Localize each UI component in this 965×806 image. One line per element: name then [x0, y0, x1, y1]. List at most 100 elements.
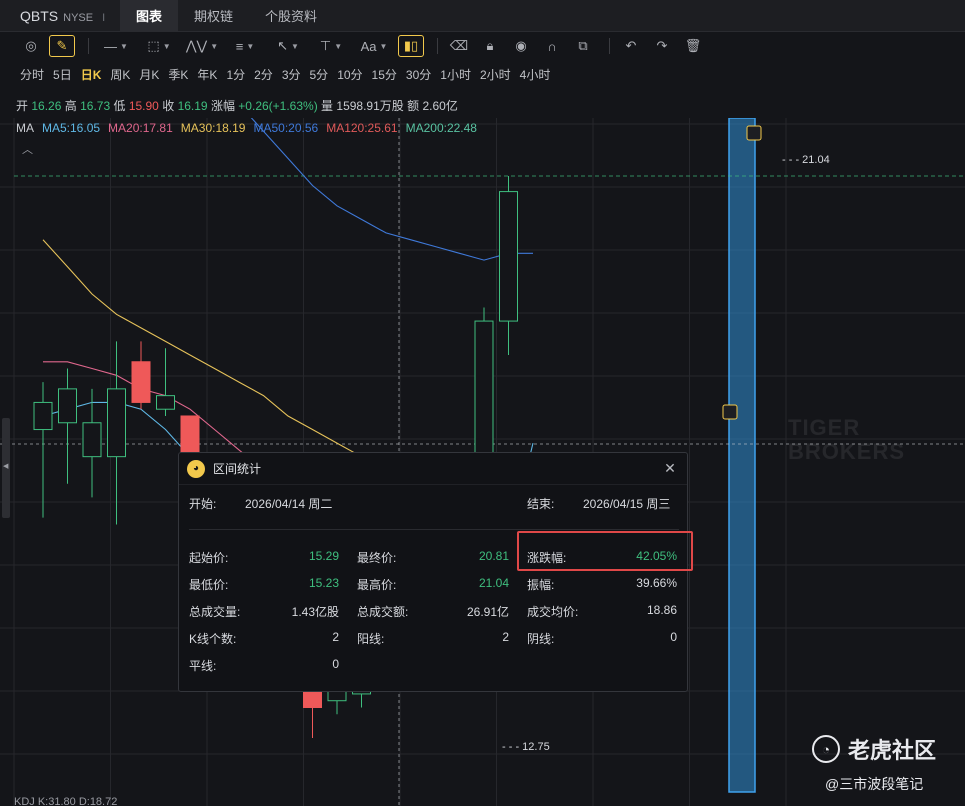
- drawing-toolbar: ◎ ✎ — ▼ ⬚ ▼ ⋀⋁ ▼ ≡ ▼ ↖ ▼ ⊤ ▼ Aa ▼ ▮▯ ⌫ 🔒︎ ◉ ∩ ⧉…: [0, 32, 965, 60]
- ma-legend-item: MA5:16.05: [42, 121, 101, 135]
- stat-value: 0: [670, 630, 677, 644]
- ma-legend-item: MA30:18.19: [180, 121, 246, 135]
- close-value: 16.19: [177, 99, 208, 113]
- rectangle-tool-icon[interactable]: ⬚ ▼: [140, 35, 178, 57]
- period-1h[interactable]: 1小时: [440, 66, 471, 86]
- chevron-left-icon: ◀: [3, 463, 9, 470]
- stat-label: 阴线:: [527, 632, 555, 646]
- stat-label: 振幅:: [527, 578, 555, 592]
- indicator-icon[interactable]: ◎: [18, 35, 44, 57]
- eraser-icon[interactable]: ⌫: [446, 35, 472, 57]
- stat-value: 2: [502, 630, 509, 644]
- candle-body: [107, 388, 126, 458]
- stat-label: K线个数:: [189, 632, 237, 646]
- eye-icon[interactable]: ◉: [508, 35, 534, 57]
- stat-value: 26.91亿: [466, 605, 509, 619]
- stat-label: 起始价:: [189, 551, 229, 565]
- change-value: +0.26(+1.63%): [238, 99, 318, 113]
- stat-value: 15.29: [308, 549, 339, 563]
- draw-pen-icon[interactable]: ✎: [49, 35, 75, 57]
- high-value: 16.73: [80, 99, 111, 113]
- period-5min[interactable]: 5分: [310, 66, 329, 86]
- high-price-label: 21.04: [802, 154, 830, 166]
- low-price-marker: - - - 12.75: [502, 741, 550, 753]
- period-monthly[interactable]: 月K: [139, 66, 159, 86]
- fib-tool-icon[interactable]: ≡ ▼: [226, 35, 264, 57]
- candle-body: [82, 422, 102, 458]
- period-weekly[interactable]: 周K: [110, 66, 130, 86]
- layers-icon[interactable]: ⧉: [570, 35, 596, 57]
- kdj-legend: KDJ K:31.80 D:18.72: [14, 796, 118, 806]
- line-tool-icon[interactable]: — ▼: [97, 35, 135, 57]
- sidebar-toggle[interactable]: ◀: [2, 418, 10, 518]
- panel-divider: [189, 529, 679, 530]
- arrow-tool-icon[interactable]: ↖ ▼: [269, 35, 307, 57]
- tiger-brokers-watermark: TIGER BROKERS: [788, 416, 905, 464]
- open-label: 开: [16, 99, 29, 113]
- period-30min[interactable]: 30分: [406, 66, 431, 86]
- volume-value: 1598.91万股: [336, 99, 404, 113]
- period-10min[interactable]: 10分: [337, 66, 362, 86]
- period-quarterly[interactable]: 季K: [168, 66, 188, 86]
- candle-body: [131, 361, 151, 403]
- period-1min[interactable]: 1分: [226, 66, 245, 86]
- ma-legend-item: MA20:17.81: [108, 121, 173, 135]
- wave-tool-icon[interactable]: ⋀⋁ ▼: [183, 35, 221, 57]
- stat-value: 21.04: [478, 576, 509, 590]
- tab-stock-profile[interactable]: 个股资料: [249, 0, 333, 32]
- period-2h[interactable]: 2小时: [480, 66, 511, 86]
- author-watermark: @三市波段笔记: [825, 776, 924, 792]
- ma-legend: MA MA5:16.05 MA20:17.81 MA30:18.19 MA50:20.…: [16, 121, 477, 135]
- period-yearly[interactable]: 年K: [197, 66, 217, 86]
- period-selector: 分时 5日 日K 周K 月K 季K 年K 1分 2分 3分 5分 10分 15分…: [20, 66, 550, 86]
- collapse-chevron-icon[interactable]: ︿: [22, 141, 33, 157]
- panel-header: ◕ 区间统计: [179, 453, 687, 485]
- period-5d[interactable]: 5日: [53, 66, 72, 86]
- range-stats-icon[interactable]: ▮▯: [398, 35, 424, 57]
- stat-label: 成交均价:: [527, 605, 579, 619]
- stat-value: 2: [332, 630, 339, 644]
- stats-row: 总成交量: 1.43亿股 总成交额: 26.91亿 成交均价: 18.86: [179, 603, 689, 630]
- tiger-paw-icon: ◔: [812, 735, 840, 763]
- magnet-icon[interactable]: ∩: [539, 35, 565, 57]
- delete-icon[interactable]: 🗑︎: [680, 35, 706, 57]
- start-label: 开始:: [189, 497, 217, 511]
- period-intraday[interactable]: 分时: [20, 66, 44, 86]
- symbol-ticker: QBTS: [20, 7, 59, 24]
- symbol-title: QBTS NYSE I: [0, 8, 120, 24]
- stat-label: 最终价:: [357, 551, 397, 565]
- community-text: 老虎社区: [848, 738, 937, 763]
- ma-legend-item: MA200:22.48: [405, 121, 477, 135]
- quote-line: 开 16.26 高 16.73 低 15.90 收 16.19 涨幅 +0.26…: [16, 97, 458, 114]
- stat-label: 最低价:: [189, 578, 229, 592]
- tab-chart[interactable]: 图表: [120, 0, 179, 32]
- range-end-marker: [746, 125, 762, 141]
- period-15min[interactable]: 15分: [372, 66, 397, 86]
- tab-options-chain[interactable]: 期权链: [178, 0, 249, 32]
- redo-icon[interactable]: ↷: [649, 35, 675, 57]
- symbol-exchange: NYSE: [63, 11, 94, 24]
- volume-label: 量: [321, 99, 334, 113]
- range-dates: 开始: 2026/04/14 周二 结束: 2026/04/15 周三: [179, 495, 689, 513]
- text-tool-icon[interactable]: Aa ▼: [355, 35, 393, 57]
- period-4h[interactable]: 4小时: [520, 66, 551, 86]
- period-3min[interactable]: 3分: [282, 66, 301, 86]
- range-highlight-column: [728, 118, 756, 793]
- ma-legend-title: MA: [16, 121, 34, 135]
- measure-tool-icon[interactable]: ⊤ ▼: [312, 35, 350, 57]
- end-label: 结束:: [527, 497, 555, 511]
- period-daily[interactable]: 日K: [81, 66, 102, 86]
- range-stats-panel: ◕ 区间统计 ✕ 开始: 2026/04/14 周二 结束: 2026/04/1…: [178, 452, 688, 692]
- ma50-line: [250, 118, 533, 261]
- ma-legend-item: MA120:25.61: [326, 121, 398, 135]
- undo-icon[interactable]: ↶: [618, 35, 644, 57]
- lock-icon[interactable]: 🔒︎: [477, 35, 503, 57]
- high-label: 高: [64, 99, 77, 113]
- period-2min[interactable]: 2分: [254, 66, 273, 86]
- candle-body: [58, 388, 77, 424]
- start-value: 2026/04/14 周二: [245, 497, 333, 511]
- toolbar-divider: [609, 38, 610, 54]
- stats-row: K线个数: 2 阳线: 2 阴线: 0: [179, 630, 689, 657]
- symbol-separator: I: [102, 11, 106, 24]
- close-icon[interactable]: ✕: [661, 459, 679, 477]
